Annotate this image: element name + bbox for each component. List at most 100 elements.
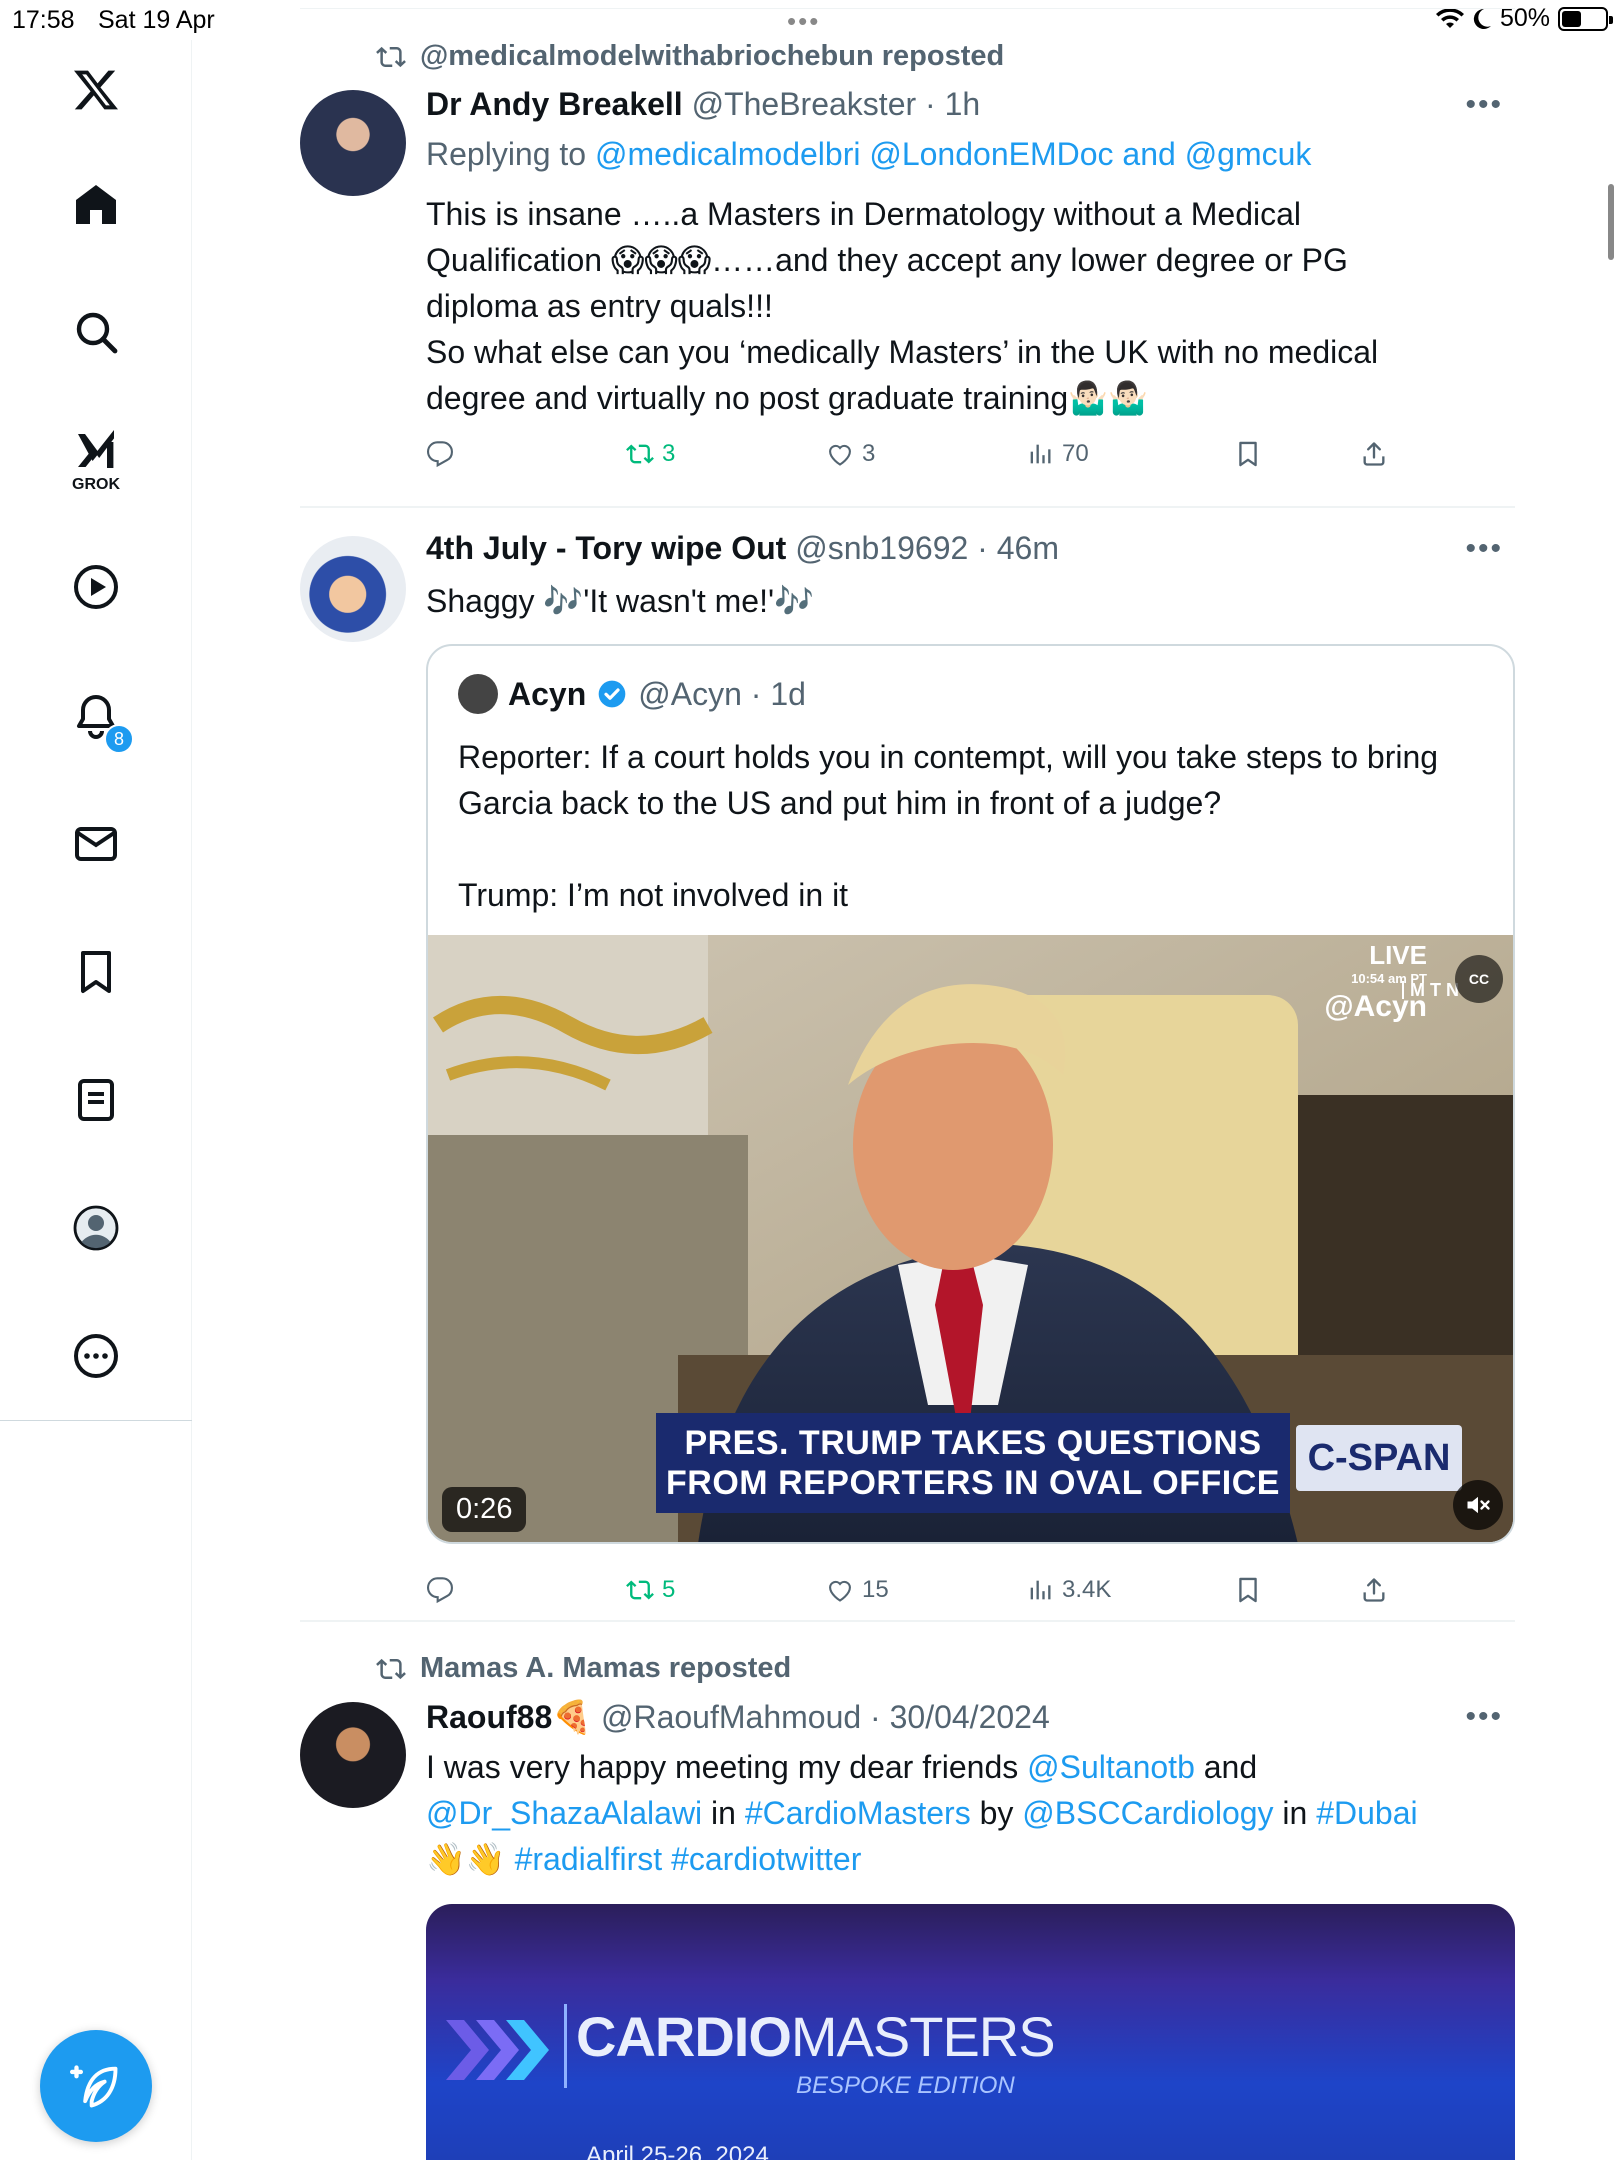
- sidebar-item-profile[interactable]: [56, 1188, 136, 1268]
- repost-button[interactable]: 5: [626, 1576, 675, 1604]
- mtn-logo: M T N: [1402, 981, 1459, 999]
- reply-button[interactable]: [426, 1576, 454, 1604]
- tweet-text-part: [662, 1841, 671, 1877]
- list-icon: [78, 1079, 114, 1121]
- hashtag-link[interactable]: #cardiotwitter: [671, 1841, 861, 1877]
- x-logo-icon[interactable]: [56, 50, 136, 130]
- play-icon: [74, 565, 118, 609]
- tweet-text: Shaggy 🎶'It wasn't me!'🎶: [426, 583, 814, 619]
- quoted-tweet[interactable]: Acyn @Acyn · 1d Reporter: If a court hol…: [426, 644, 1515, 1544]
- tweet-text-part: 👋👋: [426, 1841, 515, 1877]
- repost-context[interactable]: @medicalmodelwithabriochebun reposted: [376, 40, 1004, 73]
- compose-button[interactable]: [40, 2030, 152, 2142]
- bookmark-icon: [1239, 441, 1257, 467]
- hashtag-link[interactable]: #CardioMasters: [745, 1795, 971, 1831]
- banner-title-rest: MASTERS: [790, 2005, 1056, 2068]
- sidebar-item-lists[interactable]: [56, 1060, 136, 1140]
- bookmark-button[interactable]: [1234, 440, 1262, 468]
- network-logo: C-SPAN: [1296, 1425, 1462, 1491]
- repost-count: 5: [662, 1576, 676, 1603]
- tweet-more-icon[interactable]: •••: [1465, 88, 1503, 122]
- status-time: 17:58: [12, 6, 75, 34]
- cc-button[interactable]: CC: [1455, 955, 1503, 1003]
- hashtag-link[interactable]: #radialfirst: [515, 1841, 663, 1877]
- repost-icon: [626, 444, 654, 464]
- mention-link[interactable]: @Sultanotb: [1027, 1749, 1195, 1785]
- quoted-author-name[interactable]: Acyn: [508, 676, 586, 713]
- banner-title-bold: CARDIO: [576, 2005, 792, 2068]
- home-icon: [76, 185, 116, 224]
- tweet-header: Raouf88🍕 @RaoufMahmoud · 30/04/2024: [426, 1698, 1050, 1736]
- heart-icon: [829, 444, 851, 466]
- tweet-text-part: in: [702, 1795, 745, 1831]
- tweet-media-image[interactable]: CARDIOMASTERS BESPOKE EDITION April 25-2…: [426, 1904, 1515, 2160]
- share-button[interactable]: [1360, 1576, 1388, 1604]
- verified-badge-icon: [598, 680, 626, 708]
- repost-icon: [626, 1580, 654, 1600]
- quoted-tweet-text: Reporter: If a court holds you in contem…: [458, 739, 1439, 913]
- mute-button[interactable]: [1453, 1480, 1503, 1530]
- quoted-avatar[interactable]: [458, 674, 498, 714]
- grok-label: GROK: [72, 476, 120, 493]
- sidebar-item-home[interactable]: [56, 164, 136, 244]
- bookmark-icon: [81, 951, 111, 993]
- battery-fill: [1562, 10, 1581, 27]
- sidebar-item-explore[interactable]: [56, 292, 136, 372]
- sidebar-divider: [0, 1420, 192, 1421]
- reply-button[interactable]: [426, 440, 454, 468]
- tweet-more-icon[interactable]: •••: [1465, 532, 1503, 566]
- video-caption-line1: PRES. TRUMP TAKES QUESTIONS: [684, 1424, 1262, 1462]
- tweet-actions: 5 15 3.4K: [426, 1576, 1426, 1616]
- like-count: 15: [862, 1576, 889, 1603]
- repost-context-text: @medicalmodelwithabriochebun reposted: [420, 40, 1005, 72]
- author-meta[interactable]: @TheBreakster · 1h: [692, 86, 981, 122]
- tweet-text-part: and: [1194, 1749, 1258, 1785]
- repost-context[interactable]: Mamas A. Mamas reposted: [376, 1652, 791, 1685]
- like-button[interactable]: 15: [826, 1576, 889, 1604]
- tweet-header: 4th July - Tory wipe Out @snb19692 · 46m: [426, 530, 1059, 567]
- more-icon: [74, 1334, 118, 1378]
- grok-icon: [78, 430, 114, 468]
- author-name[interactable]: 4th July - Tory wipe Out: [426, 530, 786, 566]
- sidebar-item-more[interactable]: [56, 1316, 136, 1396]
- repost-button[interactable]: 3: [626, 440, 675, 468]
- mention-link[interactable]: @BSCCardiology: [1022, 1795, 1273, 1831]
- bookmark-button[interactable]: [1234, 1576, 1262, 1604]
- author-meta[interactable]: @snb19692 · 46m: [795, 530, 1059, 566]
- views-button[interactable]: 3.4K: [1026, 1576, 1111, 1604]
- reply-icon: [426, 1577, 453, 1604]
- banner-dates: April 25-26, 2024: [586, 2142, 769, 2160]
- tweet-header: Dr Andy Breakell @TheBreakster · 1h: [426, 86, 980, 123]
- sidebar-item-messages[interactable]: [56, 804, 136, 884]
- like-button[interactable]: 3: [826, 440, 875, 468]
- share-button[interactable]: [1360, 440, 1388, 468]
- tweet-text-part: I was very happy meeting my dear friends: [426, 1749, 1028, 1785]
- timeline-top-border: [300, 8, 1515, 9]
- repost-icon: [376, 1658, 406, 1679]
- replying-to-links[interactable]: @medicalmodelbri @LondonEMDoc and @gmcuk: [595, 136, 1311, 172]
- author-name[interactable]: Raouf88🍕: [426, 1699, 592, 1735]
- tweet-more-icon[interactable]: •••: [1465, 1700, 1503, 1734]
- replying-to-prefix: Replying to: [426, 136, 595, 172]
- mention-link[interactable]: @Dr_ShazaAlalawi: [426, 1795, 702, 1831]
- sidebar-item-bookmarks[interactable]: [56, 932, 136, 1012]
- views-button[interactable]: 70: [1026, 440, 1089, 468]
- repost-count: 3: [662, 440, 676, 467]
- muted-speaker-icon: [1467, 1496, 1490, 1514]
- sidebar-item-video[interactable]: [56, 547, 136, 627]
- avatar[interactable]: [300, 536, 406, 642]
- bookmark-icon: [1239, 1577, 1257, 1603]
- avatar[interactable]: [300, 90, 406, 196]
- video-player[interactable]: LIVE 10:54 am PT @Acyn M T N CC PRES. TR…: [428, 935, 1513, 1542]
- scrollbar[interactable]: [1608, 184, 1614, 260]
- tweet-divider: [300, 1620, 1515, 1622]
- view-count: 70: [1062, 440, 1089, 467]
- quoted-author-meta[interactable]: @Acyn · 1d: [638, 676, 806, 713]
- author-meta[interactable]: @RaoufMahmoud · 30/04/2024: [601, 1699, 1050, 1735]
- tweet-text-part: by: [970, 1795, 1023, 1831]
- video-caption: PRES. TRUMP TAKES QUESTIONS FROM REPORTE…: [656, 1413, 1290, 1513]
- sidebar: GROK 8: [0, 40, 192, 2160]
- avatar[interactable]: [300, 1702, 406, 1808]
- author-name[interactable]: Dr Andy Breakell: [426, 86, 683, 122]
- hashtag-link[interactable]: #Dubai: [1316, 1795, 1417, 1831]
